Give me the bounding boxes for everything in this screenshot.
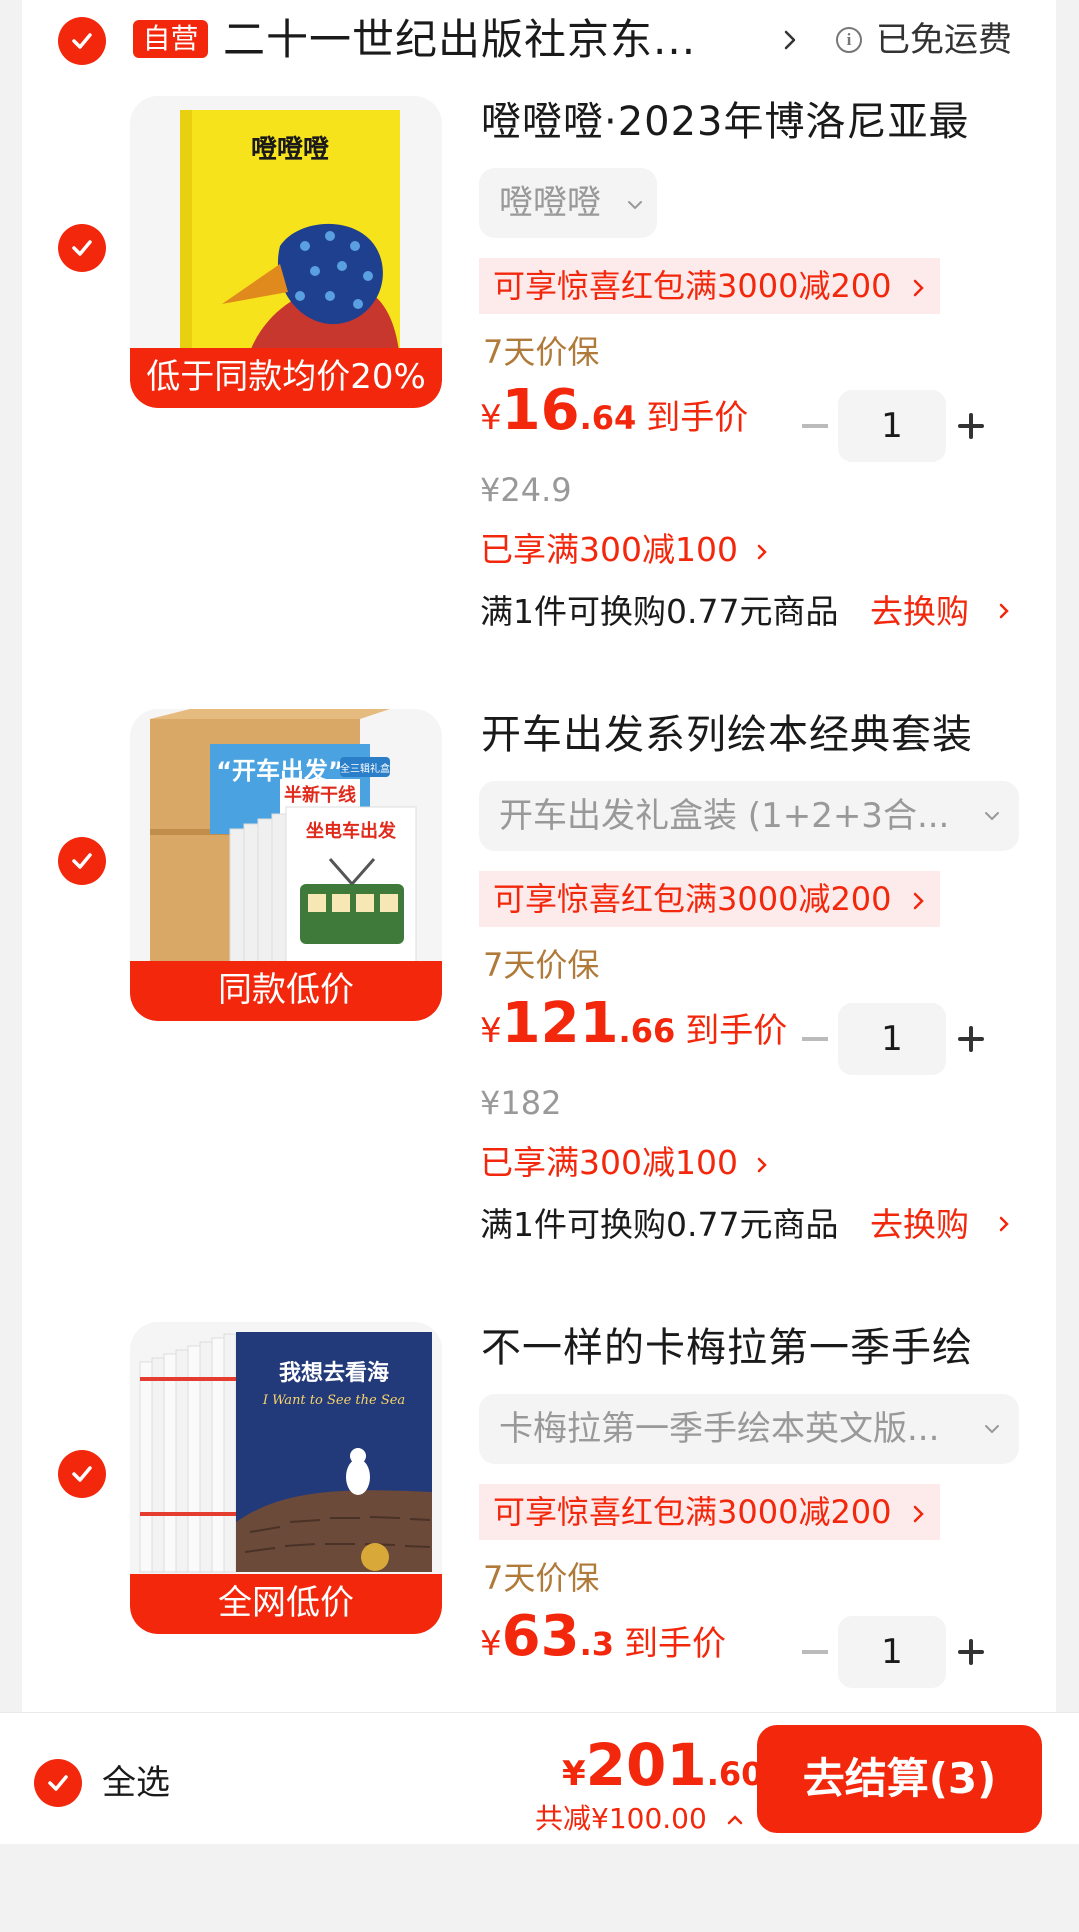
chevron-right-icon[interactable] (998, 1214, 1010, 1234)
quantity-increase-button[interactable] (957, 412, 985, 440)
original-price: ¥24.9 (480, 471, 572, 509)
product-title[interactable]: 不一样的卡梅拉第一季手绘 (481, 1322, 1001, 1374)
box-badge: 全三辑礼盒 (340, 762, 390, 775)
chevron-up-icon (727, 1815, 742, 1825)
exchange-link[interactable]: 去换购 (870, 590, 969, 634)
final-price: ¥63.3 到手价 (480, 1604, 726, 1669)
spec-label: 噔噔噔 (499, 183, 601, 223)
chevron-right-icon[interactable] (998, 601, 1010, 621)
chevron-right-icon (758, 1157, 768, 1172)
price-badge: 低于同款均价20% (130, 348, 442, 408)
item-select-checkbox[interactable] (58, 837, 106, 885)
quantity-decrease-button[interactable] (802, 1037, 828, 1041)
discount-promo[interactable]: 已享满300减100 (480, 528, 768, 572)
exchange-offer: 满1件可换购0.77元商品 (480, 592, 839, 631)
redpack-label: 可享惊喜红包满3000减200 (493, 267, 892, 305)
item-select-checkbox[interactable] (58, 1450, 106, 1498)
product-title[interactable]: 开车出发系列绘本经典套装 (481, 709, 1001, 761)
chevron-right-icon[interactable] (782, 26, 800, 54)
shop-name[interactable]: 二十一世纪出版社京东... (223, 12, 696, 68)
redpack-promo[interactable]: 可享惊喜红包满3000减200 (479, 258, 940, 314)
chevron-right-icon (913, 1505, 924, 1523)
checkmark-icon (72, 853, 92, 869)
discount-summary[interactable]: 共减¥100.00 (535, 1801, 744, 1837)
price-guarantee: 7天价保 (483, 1559, 600, 1597)
select-all-checkbox[interactable] (34, 1759, 82, 1807)
price-badge: 同款低价 (130, 961, 442, 1021)
spec-selector[interactable]: 卡梅拉第一季手绘本英文版... (479, 1394, 1019, 1464)
cart-item: 噔噔噔 低于同款均价20% 噔噔噔·2023年博洛尼亚最 噔噔噔 可享惊喜红包满… (0, 96, 1079, 706)
checkmark-icon (72, 33, 92, 49)
self-operated-badge: 自营 (133, 20, 208, 58)
free-shipping-label: 已免运费 (876, 20, 1012, 60)
checkmark-icon (48, 1775, 68, 1791)
price-guarantee: 7天价保 (483, 333, 600, 371)
exchange-offer: 满1件可换购0.77元商品 (480, 1205, 839, 1244)
chevron-down-icon (985, 1425, 999, 1434)
cover-title: 我想去看海 (279, 1360, 389, 1386)
checkmark-icon (72, 1466, 92, 1482)
price-guarantee: 7天价保 (483, 946, 600, 984)
book-subtitle: 半新干线 (284, 784, 356, 806)
redpack-label: 可享惊喜红包满3000减200 (493, 880, 892, 918)
checkout-button[interactable]: 去结算(3) (757, 1725, 1042, 1833)
price-badge: 全网低价 (130, 1574, 442, 1634)
quantity-input[interactable]: 1 (838, 1003, 946, 1075)
redpack-promo[interactable]: 可享惊喜红包满3000减200 (479, 1484, 940, 1540)
spec-selector[interactable]: 噔噔噔 (479, 168, 657, 238)
quantity-input[interactable]: 1 (838, 1616, 946, 1688)
chevron-down-icon (627, 200, 642, 209)
cover-english-title: I Want to See the Sea (262, 1393, 405, 1408)
spec-label: 开车出发礼盒装 (1+2+3合... (499, 796, 950, 836)
quantity-decrease-button[interactable] (802, 424, 828, 428)
info-icon[interactable]: i (836, 27, 862, 53)
exchange-link[interactable]: 去换购 (870, 1203, 969, 1247)
chevron-right-icon (913, 892, 924, 910)
total-price: ¥201.60 (562, 1731, 764, 1799)
discount-promo[interactable]: 已享满300减100 (480, 1141, 768, 1185)
final-price: ¥16.64 到手价 (480, 378, 749, 443)
chevron-right-icon (758, 544, 768, 559)
product-image[interactable]: 我想去看海 I Want to See the Sea 全网低价 (130, 1322, 442, 1634)
select-all-label[interactable]: 全选 (102, 1761, 170, 1805)
redpack-promo[interactable]: 可享惊喜红包满3000减200 (479, 871, 940, 927)
spec-label: 卡梅拉第一季手绘本英文版... (499, 1409, 940, 1449)
chevron-right-icon (913, 279, 924, 297)
item-select-checkbox[interactable] (58, 224, 106, 272)
quantity-increase-button[interactable] (957, 1025, 985, 1053)
shop-select-checkbox[interactable] (58, 17, 106, 65)
quantity-increase-button[interactable] (957, 1638, 985, 1666)
quantity-decrease-button[interactable] (802, 1650, 828, 1654)
product-image[interactable]: 噔噔噔 低于同款均价20% (130, 96, 442, 408)
checkout-bar: 全选 ¥201.60 共减¥100.00 去结算(3) (0, 1712, 1079, 1844)
redpack-label: 可享惊喜红包满3000减200 (493, 1493, 892, 1531)
cart-item: “开车出发” 全三辑礼盒 半新干线 坐电车出发 同款低价 开车出发系列绘本经典套… (0, 709, 1079, 1319)
shop-header: 自营 二十一世纪出版社京东... i 已免运费 (0, 0, 1079, 84)
quantity-input[interactable]: 1 (838, 390, 946, 462)
spec-selector[interactable]: 开车出发礼盒装 (1+2+3合... (479, 781, 1019, 851)
checkmark-icon (72, 240, 92, 256)
product-title[interactable]: 噔噔噔·2023年博洛尼亚最 (481, 96, 1001, 148)
final-price: ¥121.66 到手价 (480, 991, 788, 1056)
original-price: ¥182 (480, 1084, 562, 1122)
product-image[interactable]: “开车出发” 全三辑礼盒 半新干线 坐电车出发 同款低价 (130, 709, 442, 1021)
chevron-down-icon (985, 812, 999, 821)
book-banner: 坐电车出发 (306, 820, 397, 842)
cover-title: 噔噔噔 (251, 135, 329, 165)
